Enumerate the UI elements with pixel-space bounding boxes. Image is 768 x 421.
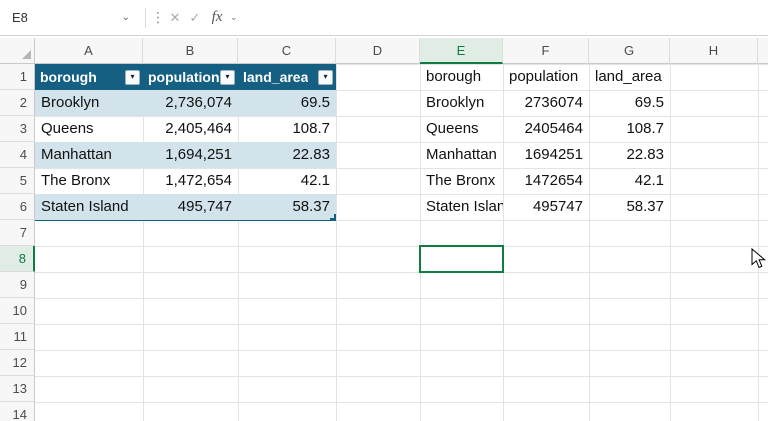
table-cell[interactable]: 22.83	[238, 142, 336, 168]
cancel-icon[interactable]: ✕	[165, 10, 185, 26]
column-header-G[interactable]: G	[589, 38, 670, 64]
filter-dropdown-icon[interactable]: ▾	[220, 70, 235, 85]
formula-input[interactable]	[238, 0, 768, 35]
table-resize-handle[interactable]	[330, 214, 336, 220]
cell[interactable]: 495747	[503, 194, 589, 220]
fx-icon[interactable]: fx	[205, 9, 229, 26]
table-row: Manhattan 1,694,251 22.83	[35, 142, 336, 168]
row-header-14[interactable]: 14	[0, 402, 35, 421]
table-cell[interactable]: 495,747	[143, 194, 238, 220]
table-cell[interactable]: The Bronx	[35, 168, 143, 194]
row-header-10[interactable]: 10	[0, 298, 35, 324]
formula-bar-divider	[145, 8, 146, 28]
cell[interactable]: 108.7	[589, 116, 670, 142]
table-cell[interactable]: Queens	[35, 116, 143, 142]
cell[interactable]: Staten Island	[420, 194, 503, 220]
gridline	[758, 64, 759, 421]
gridline	[336, 64, 337, 421]
gridline	[670, 64, 671, 421]
data-row: borough population land_area	[420, 64, 670, 90]
cell[interactable]: 1694251	[503, 142, 589, 168]
cell[interactable]: 42.1	[589, 168, 670, 194]
cell[interactable]: 1472654	[503, 168, 589, 194]
data-row: Manhattan 1694251 22.83	[420, 142, 670, 168]
column-header-partial	[758, 38, 768, 64]
column-header-D[interactable]: D	[336, 38, 420, 64]
data-row: Queens 2405464 108.7	[420, 116, 670, 142]
cell[interactable]: borough	[420, 64, 503, 90]
table-header-label: population	[148, 64, 220, 90]
column-header-C[interactable]: C	[238, 38, 336, 64]
cell[interactable]: Queens	[420, 116, 503, 142]
cell[interactable]: Brooklyn	[420, 90, 503, 116]
column-header-B[interactable]: B	[143, 38, 238, 64]
row-header-11[interactable]: 11	[0, 324, 35, 350]
row-header-12[interactable]: 12	[0, 350, 35, 376]
table-header-population[interactable]: population ▾	[143, 64, 238, 90]
table-header-borough[interactable]: borough ▾	[35, 64, 143, 90]
column-header-row: A B C D E F G H	[0, 38, 768, 64]
kebab-icon[interactable]: ⋮	[151, 9, 165, 26]
row-header-4[interactable]: 4	[0, 142, 35, 168]
filter-dropdown-icon[interactable]: ▾	[125, 70, 140, 85]
filter-dropdown-icon[interactable]: ▾	[318, 70, 333, 85]
select-all-corner[interactable]	[0, 38, 35, 64]
cell[interactable]: 69.5	[589, 90, 670, 116]
cell[interactable]: 2736074	[503, 90, 589, 116]
row-header-2[interactable]: 2	[0, 90, 35, 116]
row-header-13[interactable]: 13	[0, 376, 35, 402]
table-header-land-area[interactable]: land_area ▾	[238, 64, 336, 90]
formula-bar-expand-chevron-icon[interactable]: ⌄	[230, 12, 238, 23]
row-header-column: 1 2 3 4 5 6 7 8 9 10 11 12 13 14	[0, 64, 35, 421]
table-cell[interactable]: 69.5	[238, 90, 336, 116]
table-cell[interactable]: 1,472,654	[143, 168, 238, 194]
row-header-9[interactable]: 9	[0, 272, 35, 298]
cell[interactable]: 22.83	[589, 142, 670, 168]
table-cell[interactable]: 2,405,464	[143, 116, 238, 142]
table-row: Staten Island 495,747 58.37	[35, 194, 336, 220]
table-header-label: land_area	[243, 64, 308, 90]
cell[interactable]: The Bronx	[420, 168, 503, 194]
cell[interactable]: population	[503, 64, 589, 90]
name-box-chevron-icon[interactable]: ⌄	[122, 12, 130, 23]
table-row: Queens 2,405,464 108.7	[35, 116, 336, 142]
data-row: Staten Island 495747 58.37	[420, 194, 670, 220]
name-box-value: E8	[12, 10, 28, 25]
table-cell[interactable]: Staten Island	[35, 194, 143, 220]
data-row: The Bronx 1472654 42.1	[420, 168, 670, 194]
column-header-A[interactable]: A	[35, 38, 143, 64]
table-cell[interactable]: Brooklyn	[35, 90, 143, 116]
table-cell[interactable]: 1,694,251	[143, 142, 238, 168]
formula-bar: E8 ⌄ ⋮ ✕ ✓ fx ⌄	[0, 0, 768, 36]
column-header-F[interactable]: F	[503, 38, 589, 64]
row-header-3[interactable]: 3	[0, 116, 35, 142]
table-row: The Bronx 1,472,654 42.1	[35, 168, 336, 194]
row-header-1[interactable]: 1	[0, 64, 35, 90]
formatted-table: borough ▾ population ▾ land_area ▾ Brook…	[35, 64, 336, 221]
table-row: Brooklyn 2,736,074 69.5	[35, 90, 336, 116]
row-header-6[interactable]: 6	[0, 194, 35, 220]
row-header-5[interactable]: 5	[0, 168, 35, 194]
table-header-label: borough	[40, 64, 97, 90]
cell[interactable]: 58.37	[589, 194, 670, 220]
table-cell[interactable]: Manhattan	[35, 142, 143, 168]
table-cell[interactable]: 42.1	[238, 168, 336, 194]
row-header-8[interactable]: 8	[0, 246, 35, 272]
cell[interactable]: 2405464	[503, 116, 589, 142]
plain-data-range: borough population land_area Brooklyn 27…	[420, 64, 670, 220]
confirm-icon[interactable]: ✓	[185, 10, 205, 26]
cell[interactable]: land_area	[589, 64, 670, 90]
table-header-row: borough ▾ population ▾ land_area ▾	[35, 64, 336, 90]
row-header-7[interactable]: 7	[0, 220, 35, 246]
data-row: Brooklyn 2736074 69.5	[420, 90, 670, 116]
name-box[interactable]: E8 ⌄	[0, 0, 140, 35]
table-cell[interactable]: 58.37	[238, 194, 336, 220]
select-all-triangle-icon	[22, 50, 31, 59]
cell[interactable]: Manhattan	[420, 142, 503, 168]
column-header-E[interactable]: E	[420, 38, 503, 64]
table-cell[interactable]: 108.7	[238, 116, 336, 142]
column-header-H[interactable]: H	[670, 38, 758, 64]
table-cell[interactable]: 2,736,074	[143, 90, 238, 116]
